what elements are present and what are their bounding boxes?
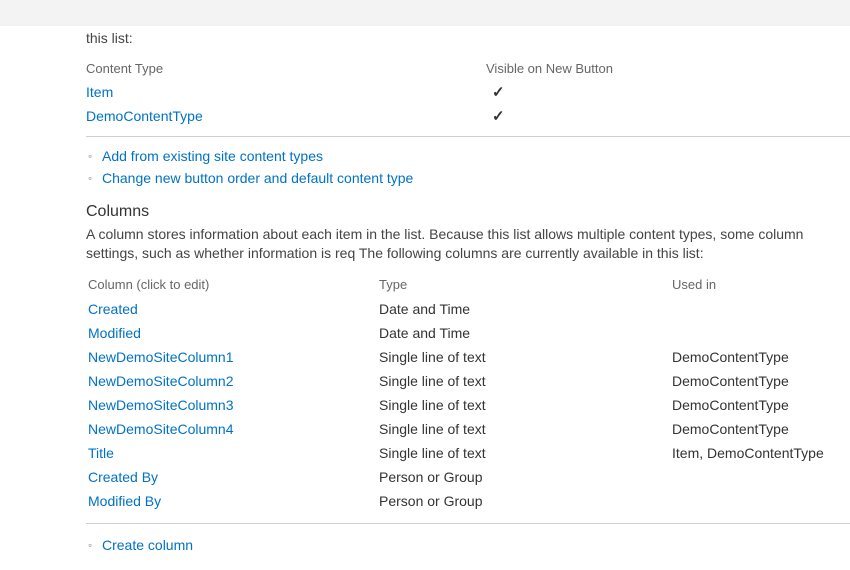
content-type-actions: ▫ Add from existing site content types ▫…: [86, 145, 850, 189]
action-item: ▫ Add from existing site content types: [86, 145, 850, 167]
content-types-table: Content Type Visible on New Button Item …: [86, 56, 850, 137]
table-row: NewDemoSiteColumn3 Single line of text D…: [86, 393, 850, 417]
content-type-row: DemoContentType ✓: [86, 104, 850, 128]
column-link-modified[interactable]: Modified: [88, 325, 141, 341]
column-link-newdemositecolumn4[interactable]: NewDemoSiteColumn4: [88, 421, 234, 437]
columns-heading: Columns: [86, 203, 850, 221]
top-ribbon-bar: [0, 0, 850, 26]
column-usedin: DemoContentType: [672, 373, 850, 389]
content-type-link-item[interactable]: Item: [86, 84, 113, 100]
columns-header-name: Column (click to edit): [86, 277, 379, 292]
column-link-title[interactable]: Title: [88, 445, 114, 461]
columns-table: Column (click to edit) Type Used in Crea…: [86, 273, 850, 513]
column-type: Person or Group: [379, 493, 672, 509]
column-link-newdemositecolumn1[interactable]: NewDemoSiteColumn1: [88, 349, 234, 365]
check-icon: ✓: [486, 107, 505, 125]
column-actions: ▫ Create column: [86, 534, 850, 556]
column-type: Single line of text: [379, 421, 672, 437]
column-link-newdemositecolumn3[interactable]: NewDemoSiteColumn3: [88, 397, 234, 413]
column-usedin: DemoContentType: [672, 349, 850, 365]
content-type-row: Item ✓: [86, 80, 850, 104]
list-settings-page: this list: Content Type Visible on New B…: [0, 26, 850, 556]
columns-header-usedin: Used in: [672, 277, 850, 292]
table-row: NewDemoSiteColumn2 Single line of text D…: [86, 369, 850, 393]
action-item: ▫ Create column: [86, 534, 850, 556]
table-row: Title Single line of text Item, DemoCont…: [86, 441, 850, 465]
table-row: Created By Person or Group: [86, 465, 850, 489]
column-type: Date and Time: [379, 325, 672, 341]
content-type-header-visible: Visible on New Button: [486, 61, 686, 76]
column-usedin: DemoContentType: [672, 421, 850, 437]
columns-description: A column stores information about each i…: [86, 225, 850, 263]
content-types-header-row: Content Type Visible on New Button: [86, 56, 850, 80]
bullet-icon: ▫: [86, 152, 94, 160]
column-type: Single line of text: [379, 373, 672, 389]
action-item: ▫ Change new button order and default co…: [86, 167, 850, 189]
content-type-header-name: Content Type: [86, 61, 486, 76]
content-type-link-democontenttype[interactable]: DemoContentType: [86, 108, 203, 124]
table-row: Modified Date and Time: [86, 321, 850, 345]
column-type: Single line of text: [379, 445, 672, 461]
change-new-button-order-link[interactable]: Change new button order and default cont…: [102, 170, 413, 186]
column-link-modifiedby[interactable]: Modified By: [88, 493, 161, 509]
truncated-intro-text: this list:: [86, 30, 850, 46]
column-link-newdemositecolumn2[interactable]: NewDemoSiteColumn2: [88, 373, 234, 389]
divider: [86, 523, 850, 524]
table-row: Created Date and Time: [86, 297, 850, 321]
bullet-icon: ▫: [86, 174, 94, 182]
columns-header-type: Type: [379, 277, 672, 292]
table-row: NewDemoSiteColumn1 Single line of text D…: [86, 345, 850, 369]
check-icon: ✓: [486, 83, 505, 101]
table-row: Modified By Person or Group: [86, 489, 850, 513]
create-column-link[interactable]: Create column: [102, 537, 193, 553]
column-link-created[interactable]: Created: [88, 301, 138, 317]
bullet-icon: ▫: [86, 541, 94, 549]
add-existing-content-types-link[interactable]: Add from existing site content types: [102, 148, 323, 164]
column-usedin: Item, DemoContentType: [672, 445, 850, 461]
column-usedin: DemoContentType: [672, 397, 850, 413]
column-type: Date and Time: [379, 301, 672, 317]
column-type: Single line of text: [379, 349, 672, 365]
table-row: NewDemoSiteColumn4 Single line of text D…: [86, 417, 850, 441]
column-link-createdby[interactable]: Created By: [88, 469, 158, 485]
column-type: Person or Group: [379, 469, 672, 485]
columns-header-row: Column (click to edit) Type Used in: [86, 273, 850, 297]
column-type: Single line of text: [379, 397, 672, 413]
